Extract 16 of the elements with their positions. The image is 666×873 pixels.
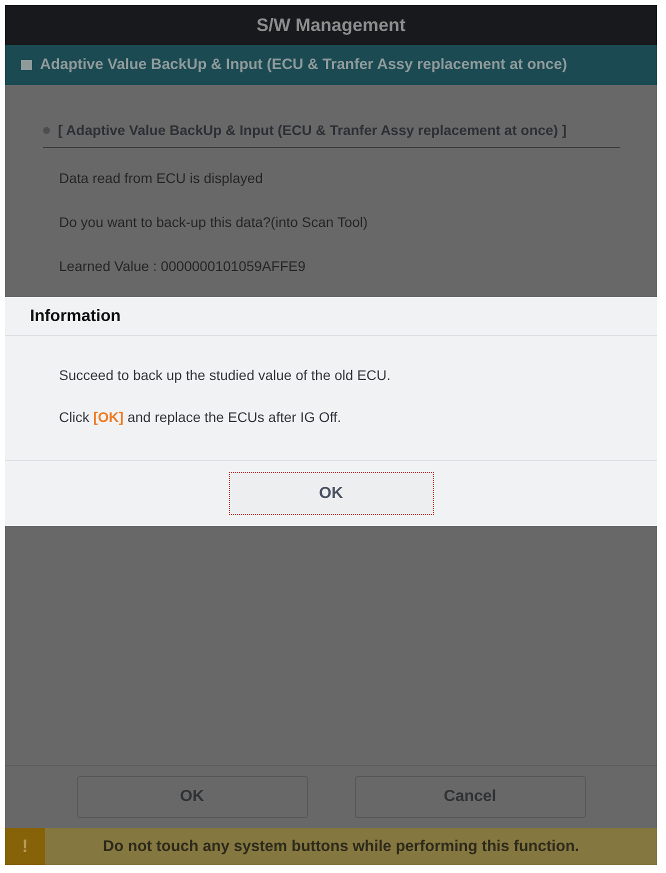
info-text: Learned Value : 0000000101059AFFE9 <box>59 257 306 276</box>
section-title: Adaptive Value BackUp & Input (ECU & Tranfer Assy replacement at once) <box>40 54 568 75</box>
action-button[interactable]: Cancel <box>354 776 586 818</box>
window-title: S/W Management <box>5 5 657 45</box>
warning-text: Do not touch any system buttons while performing this function. <box>102 836 580 857</box>
info-text: Data read from ECU is displayed <box>59 169 264 188</box>
dialog-message: Click [OK] and replace the ECUs after IG Off. <box>59 408 342 427</box>
warning-icon: ! <box>5 828 45 865</box>
dialog-message: Succeed to back up the studied value of the old ECU. <box>59 366 392 385</box>
dialog-title: Information <box>5 297 657 336</box>
square-icon <box>21 60 32 70</box>
action-button[interactable]: OK <box>76 776 308 818</box>
content-heading: [ Adaptive Value BackUp & Input (ECU & Tranfer Assy replacement at once) ] <box>58 121 567 140</box>
ok-button[interactable]: OK <box>228 472 434 515</box>
bullet-icon <box>43 127 50 134</box>
info-text: Do you want to back-up this data?(into Scan Tool) <box>59 213 369 232</box>
